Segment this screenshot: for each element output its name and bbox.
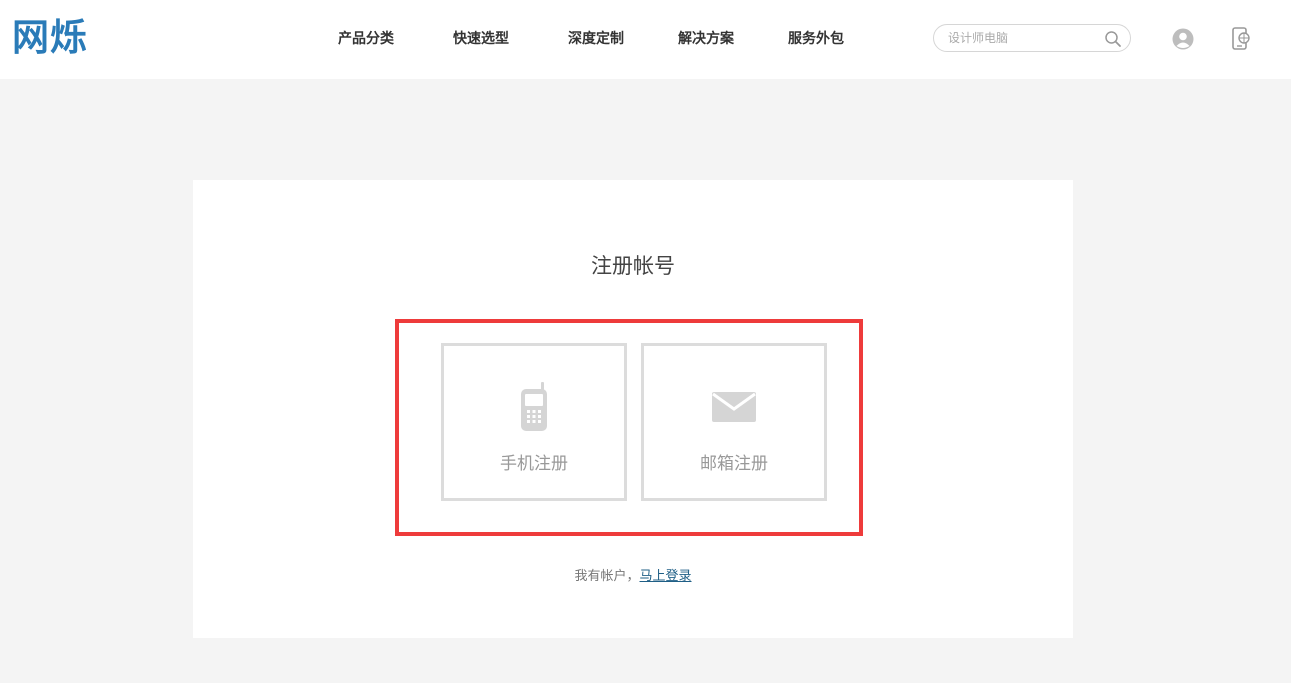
register-card: 注册帐号 手机注册 邮箱注册 我有帐户，马上登录	[193, 180, 1073, 638]
device-icon[interactable]	[1231, 27, 1251, 51]
search-box	[933, 24, 1131, 52]
email-register-label: 邮箱注册	[700, 454, 768, 474]
nav-item-quick-selection[interactable]: 快速选型	[453, 29, 509, 49]
nav-item-deep-customization[interactable]: 深度定制	[568, 29, 624, 49]
login-prompt: 我有帐户，马上登录	[193, 568, 1073, 586]
logo[interactable]: 网烁	[12, 14, 88, 62]
email-register-option[interactable]: 邮箱注册	[641, 343, 827, 501]
nav-item-solutions[interactable]: 解决方案	[678, 29, 734, 49]
search-icon[interactable]	[1104, 30, 1122, 48]
login-link[interactable]: 马上登录	[640, 569, 692, 584]
phone-register-option[interactable]: 手机注册	[441, 343, 627, 501]
envelope-icon	[644, 392, 824, 422]
page-title: 注册帐号	[591, 254, 675, 278]
mobile-phone-icon	[444, 382, 624, 432]
nav-item-outsourcing-services[interactable]: 服务外包	[788, 29, 844, 49]
login-prompt-text: 我有帐户，	[574, 569, 640, 584]
phone-register-label: 手机注册	[500, 454, 568, 474]
search-input[interactable]	[948, 29, 1098, 47]
nav-item-product-categories[interactable]: 产品分类	[338, 29, 394, 49]
user-icon[interactable]	[1172, 28, 1194, 50]
site-header: 网烁 产品分类 快速选型 深度定制 解决方案 服务外包	[0, 0, 1291, 79]
